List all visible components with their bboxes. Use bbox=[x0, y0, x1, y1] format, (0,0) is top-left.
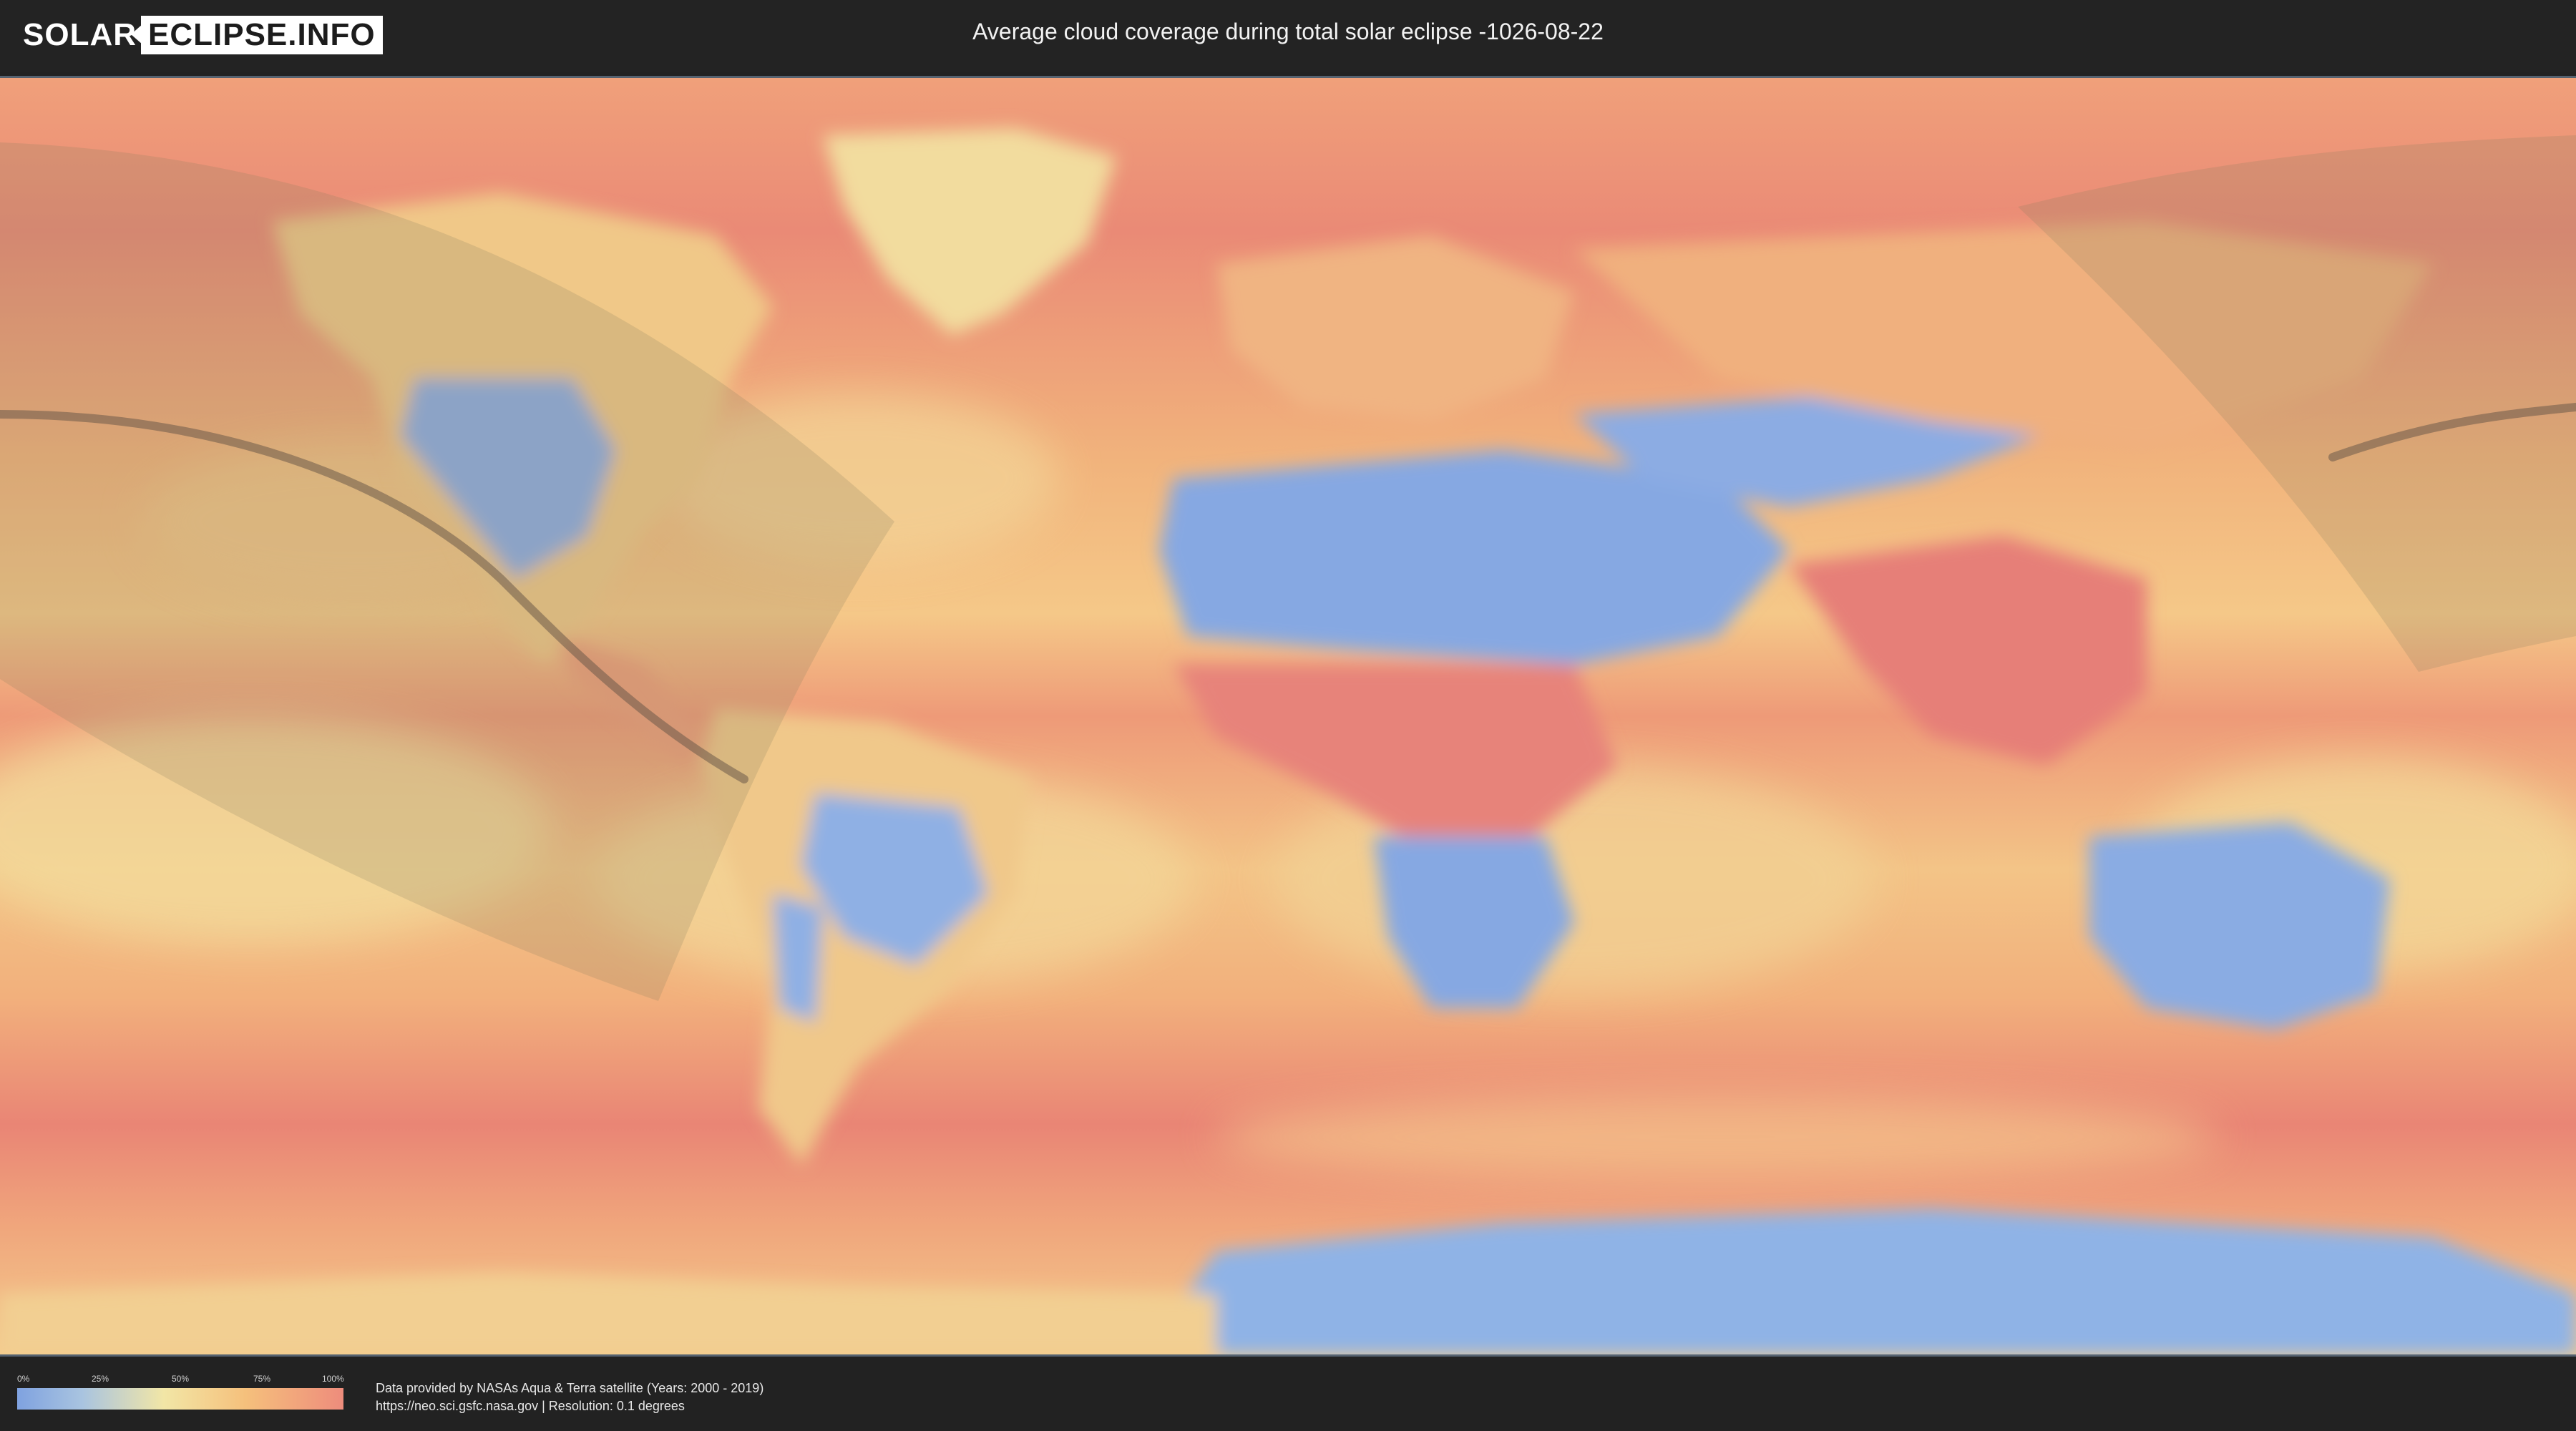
credit-line: Data provided by NASAs Aqua & Terra sate… bbox=[376, 1381, 764, 1395]
source-line[interactable]: https://neo.sci.gsfc.nasa.gov | Resoluti… bbox=[376, 1397, 763, 1415]
page-title: Average cloud coverage during total sola… bbox=[972, 19, 1604, 44]
legend-ticks: 0% 25% 50% 75% 100% bbox=[17, 1374, 344, 1385]
color-legend: 0% 25% 50% 75% 100% bbox=[17, 1374, 344, 1410]
legend-tick-50: 50% bbox=[172, 1374, 190, 1384]
legend-tick-75: 75% bbox=[253, 1374, 271, 1384]
header-bar: SOLAR ECLIPSE.INFO Average cloud coverag… bbox=[0, 0, 2576, 72]
footer-bar: 0% 25% 50% 75% 100% Data provided by NAS… bbox=[0, 1357, 2576, 1431]
world-map-svg bbox=[0, 78, 2576, 1354]
legend-tick-25: 25% bbox=[92, 1374, 109, 1384]
legend-tick-100: 100% bbox=[322, 1374, 344, 1384]
legend-tick-0: 0% bbox=[17, 1374, 30, 1384]
legend-gradient-bar bbox=[17, 1388, 343, 1410]
cloud-coverage-map[interactable] bbox=[0, 76, 2576, 1357]
data-credits: Data provided by NASAs Aqua & Terra sate… bbox=[376, 1379, 763, 1415]
